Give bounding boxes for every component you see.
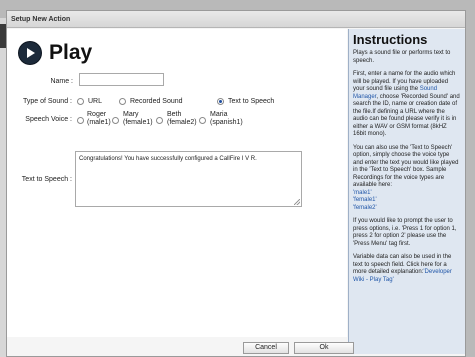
- dialog-title: Setup New Action: [7, 11, 465, 28]
- voice-beth-name: Beth: [167, 111, 182, 118]
- cancel-button[interactable]: Cancel: [243, 342, 289, 354]
- voice-mary-code: (female1): [123, 119, 153, 126]
- voice-mary-label: Mary (female1): [123, 111, 153, 127]
- play-icon: [19, 42, 41, 64]
- instructions-variables: Variable data can also be used in the te…: [353, 254, 461, 284]
- voice-maria-name: Maria: [210, 111, 228, 118]
- page-title: Play: [49, 41, 93, 64]
- instructions-intro: Plays a sound file or performs text to s…: [353, 50, 451, 64]
- instructions-naming-text-b: , choose 'Recorded Sound' and search the…: [353, 93, 460, 138]
- name-label: Name :: [50, 78, 73, 85]
- text-to-speech-label: Text to Speech :: [21, 176, 72, 183]
- voice-mary-name: Mary: [123, 111, 139, 118]
- voice-roger-label: Roger (male1): [87, 111, 111, 127]
- radio-voice-mary[interactable]: [112, 117, 119, 124]
- radio-text-to-speech[interactable]: [217, 98, 224, 105]
- radio-recorded-sound[interactable]: [119, 98, 126, 105]
- sample-female2-link[interactable]: 'female2': [353, 205, 377, 211]
- sample-female1-link[interactable]: 'female1': [353, 197, 377, 203]
- voice-maria-code: (spanish1): [210, 119, 243, 126]
- voice-maria-label: Maria (spanish1): [210, 111, 243, 127]
- instructions-naming-text-a: First, enter a name for the audio which …: [353, 71, 456, 92]
- ok-button[interactable]: Ok: [294, 342, 354, 354]
- instructions-naming: First, enter a name for the audio which …: [353, 71, 461, 139]
- text-to-speech-value: Congratulations! You have successfully c…: [79, 156, 257, 162]
- radio-text-to-speech-label: Text to Speech: [228, 98, 275, 105]
- radio-voice-roger[interactable]: [77, 117, 84, 124]
- voice-roger-name: Roger: [87, 111, 107, 118]
- voice-roger-code: (male1): [87, 119, 111, 126]
- radio-voice-beth[interactable]: [156, 117, 163, 124]
- radio-url[interactable]: [77, 98, 84, 105]
- type-of-sound-label: Type of Sound :: [22, 98, 72, 105]
- speech-voice-label: Speech Voice :: [25, 116, 72, 123]
- instructions-tts-text: You can also use the 'Text to Speech' op…: [353, 144, 459, 189]
- voice-beth-label: Beth (female2): [167, 111, 197, 127]
- sample-male1-link[interactable]: 'male1': [353, 190, 372, 196]
- dialog-main-panel: Play Name : Type of Sound : URL Recorded…: [7, 29, 347, 337]
- voice-beth-code: (female2): [167, 119, 197, 126]
- instructions-panel: Instructions Plays a sound file or perfo…: [348, 29, 465, 354]
- resize-handle-icon[interactable]: [294, 199, 300, 205]
- radio-recorded-sound-label: Recorded Sound: [130, 98, 183, 105]
- setup-action-dialog: Setup New Action Play Name : Type of Sou…: [6, 10, 466, 357]
- radio-url-label: URL: [88, 98, 103, 105]
- name-input[interactable]: [79, 73, 164, 86]
- instructions-tts: You can also use the 'Text to Speech' op…: [353, 145, 461, 213]
- text-to-speech-textarea[interactable]: Congratulations! You have successfully c…: [75, 151, 302, 207]
- instructions-title: Instructions: [353, 32, 428, 47]
- instructions-press-menu: If you would like to prompt the user to …: [353, 218, 457, 247]
- radio-voice-maria[interactable]: [199, 117, 206, 124]
